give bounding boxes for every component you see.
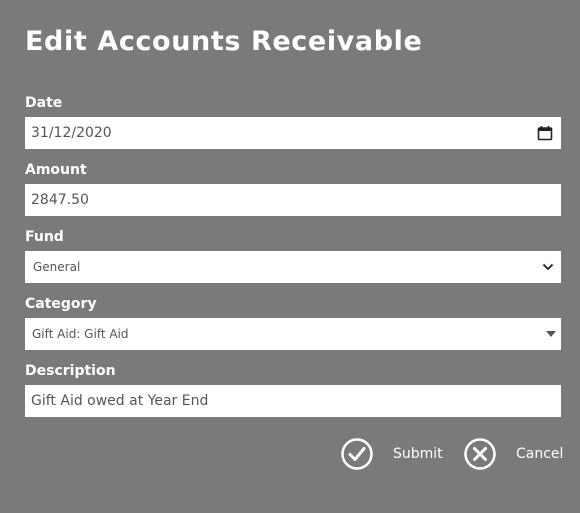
date-value: 31/12/2020 [31,125,112,141]
edit-accounts-receivable-dialog: Edit Accounts Receivable Date 31/12/2020… [0,0,580,513]
category-select[interactable]: Gift Aid: Gift Aid [25,318,561,350]
category-label: Category [25,296,97,312]
description-field[interactable]: Gift Aid owed at Year End [25,385,561,417]
submit-button[interactable]: Submit [341,438,443,470]
submit-label: Submit [393,446,443,462]
dialog-title: Edit Accounts Receivable [25,26,423,57]
date-field[interactable]: 31/12/2020 [25,117,561,149]
description-label: Description [25,363,116,379]
category-value: Gift Aid: Gift Aid [32,327,129,341]
checkmark-circle-icon [341,438,373,470]
description-value: Gift Aid owed at Year End [31,393,209,409]
chevron-down-icon [542,263,554,271]
fund-label: Fund [25,229,64,245]
caret-down-icon [546,331,556,337]
calendar-icon[interactable] [537,125,553,141]
x-circle-icon [464,438,496,470]
amount-value: 2847.50 [31,192,89,208]
amount-label: Amount [25,162,87,178]
cancel-button[interactable]: Cancel [464,438,563,470]
date-label: Date [25,95,63,111]
fund-value: General [33,260,81,274]
fund-select[interactable]: General [25,251,561,283]
cancel-label: Cancel [516,446,564,462]
amount-field[interactable]: 2847.50 [25,184,561,216]
